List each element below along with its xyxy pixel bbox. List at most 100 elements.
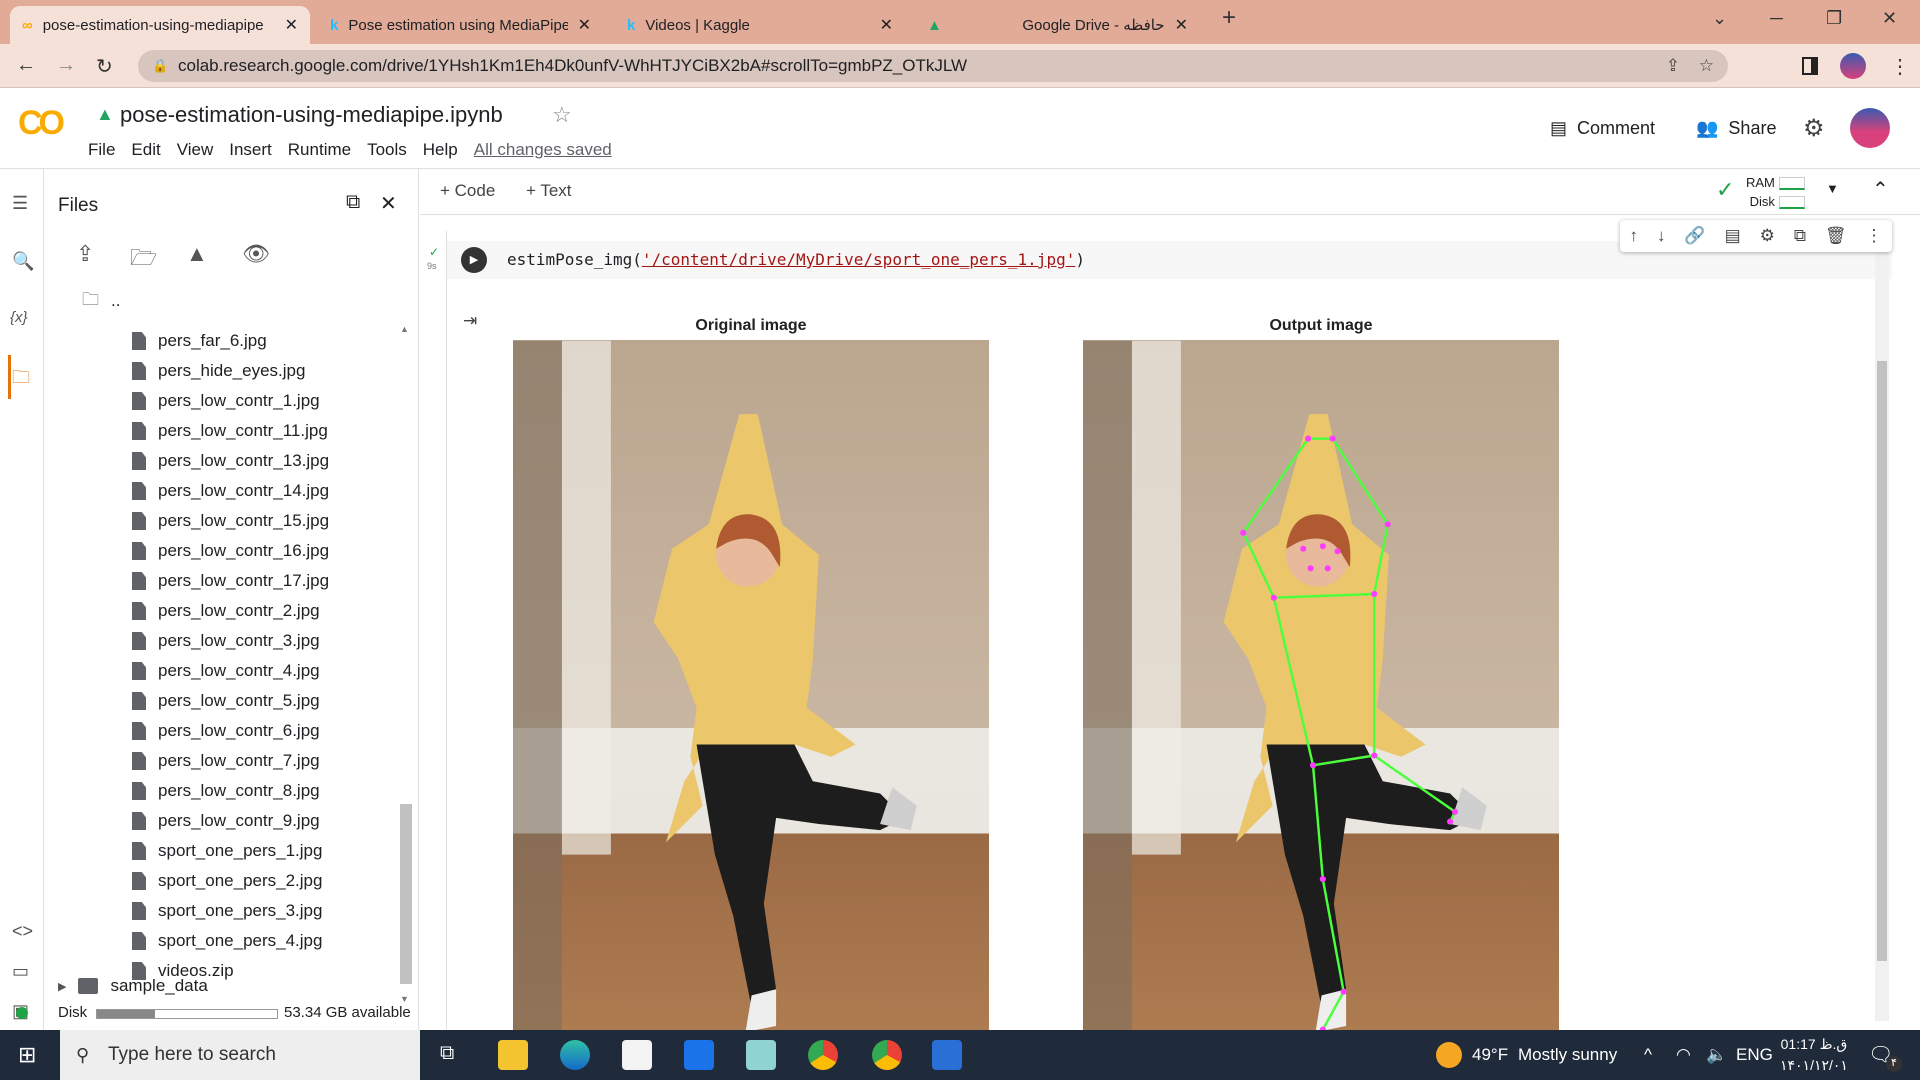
file-item[interactable]: pers_low_contr_9.jpg (132, 807, 320, 835)
run-cell-button[interactable]: ▶ (461, 247, 487, 273)
new-tab-icon[interactable]: + (1222, 4, 1236, 32)
menu-file[interactable]: File (88, 140, 115, 160)
parent-folder-item[interactable]: 🗀.. (82, 287, 120, 315)
mirror-cell-icon[interactable]: ⧉ (1794, 226, 1806, 246)
close-tab-icon[interactable]: ✕ (1175, 15, 1188, 35)
comment-button[interactable]: ▤ Comment (1550, 118, 1655, 139)
more-icon[interactable]: ⋮ (1865, 226, 1882, 246)
command-palette-icon[interactable]: ▭ (12, 961, 29, 982)
url-input[interactable]: 🔒 colab.research.google.com/drive/1YHsh1K… (138, 50, 1728, 82)
photos-icon[interactable] (932, 1040, 962, 1070)
close-tab-icon[interactable]: ✕ (285, 15, 298, 35)
file-item[interactable]: pers_low_contr_15.jpg (132, 507, 329, 535)
expand-arrow-icon[interactable]: ▶ (58, 980, 66, 993)
output-scrollbar[interactable] (1875, 231, 1889, 1021)
file-list-scrollbar[interactable]: ▲ ▼ (400, 324, 412, 1004)
file-item[interactable]: pers_low_contr_4.jpg (132, 657, 320, 685)
taskbar-search-input[interactable]: ⚲ Type here to search (60, 1030, 420, 1080)
close-window-icon[interactable]: ✕ (1882, 8, 1897, 29)
side-panel-icon[interactable] (1802, 57, 1818, 75)
chrome-profile-icon[interactable] (872, 1040, 902, 1070)
file-explorer-icon[interactable] (498, 1040, 528, 1070)
chrome-icon[interactable] (808, 1040, 838, 1070)
tab-kaggle-pose[interactable]: k Pose estimation using MediaPipe ✕ (318, 6, 603, 44)
menu-view[interactable]: View (177, 140, 214, 160)
link-icon[interactable]: 🔗 (1684, 226, 1705, 246)
browser-menu-icon[interactable]: ⋮ (1890, 54, 1910, 79)
close-tab-icon[interactable]: ✕ (880, 15, 893, 35)
file-item[interactable]: pers_low_contr_6.jpg (132, 717, 320, 745)
search-icon[interactable]: 🔍 (12, 251, 34, 272)
colab-logo[interactable]: CO (18, 104, 65, 143)
reload-icon[interactable]: ↻ (96, 54, 113, 79)
cell-settings-icon[interactable]: ⚙ (1760, 226, 1775, 246)
upload-file-icon[interactable]: ⇪ (76, 241, 94, 267)
file-item[interactable]: pers_hide_eyes.jpg (132, 357, 305, 385)
task-view-icon[interactable]: ⧉ (440, 1042, 454, 1065)
settings-gear-icon[interactable]: ⚙ (1803, 114, 1825, 143)
menu-edit[interactable]: Edit (131, 140, 160, 160)
clock[interactable]: 01:17 ق.ظ ۱۴۰۱/۱۲/۰۱ (1780, 1034, 1848, 1076)
variables-icon[interactable]: {x} (10, 309, 28, 326)
file-item[interactable]: sport_one_pers_4.jpg (132, 927, 322, 955)
open-in-tab-icon[interactable]: ⧉ (346, 191, 360, 214)
add-code-button[interactable]: + Code (440, 181, 495, 201)
app-icon[interactable] (746, 1040, 776, 1070)
file-item[interactable]: pers_low_contr_11.jpg (132, 417, 328, 445)
language-indicator[interactable]: ENG (1736, 1045, 1773, 1065)
file-item[interactable]: pers_low_contr_16.jpg (132, 537, 329, 565)
share-button[interactable]: 👥 Share (1696, 118, 1776, 139)
file-item[interactable]: sport_one_pers_2.jpg (132, 867, 322, 895)
profile-avatar[interactable] (1840, 53, 1866, 79)
comment-cell-icon[interactable]: ▤ (1725, 226, 1741, 246)
minimize-icon[interactable]: ─ (1770, 8, 1783, 29)
file-item[interactable]: pers_far_6.jpg (132, 327, 267, 355)
code-snippets-icon[interactable]: <> (12, 921, 33, 942)
move-up-icon[interactable]: ↑ (1629, 226, 1638, 246)
file-item[interactable]: pers_low_contr_8.jpg (132, 777, 320, 805)
file-item[interactable]: pers_low_contr_14.jpg (132, 477, 329, 505)
weather-text[interactable]: Mostly sunny (1518, 1045, 1617, 1065)
move-down-icon[interactable]: ↓ (1657, 226, 1666, 246)
folder-item-sample-data[interactable]: ▶ sample_data (58, 972, 208, 1000)
runtime-dropdown-icon[interactable]: ▼ (1826, 181, 1839, 196)
show-hidden-eye-icon[interactable]: 👁 (242, 241, 270, 267)
file-item[interactable]: pers_low_contr_2.jpg (132, 597, 320, 625)
file-item[interactable]: pers_low_contr_5.jpg (132, 687, 320, 715)
user-avatar[interactable] (1850, 108, 1890, 148)
mail-icon[interactable] (684, 1040, 714, 1070)
wifi-icon[interactable]: ◠ (1676, 1045, 1691, 1065)
share-page-icon[interactable]: ⇪ (1666, 50, 1680, 82)
tab-colab[interactable]: ∞ pose-estimation-using-mediapipe ✕ (10, 6, 310, 44)
close-panel-icon[interactable]: ✕ (380, 191, 397, 216)
tab-google-drive[interactable]: ▲ Google Drive - حافظه ✕ (915, 6, 1200, 44)
menu-runtime[interactable]: Runtime (288, 140, 351, 160)
file-item[interactable]: pers_low_contr_13.jpg (132, 447, 329, 475)
forward-icon[interactable]: → (56, 54, 76, 77)
new-folder-icon[interactable]: 🗁 (130, 241, 157, 279)
resource-monitor[interactable]: RAM Disk (1746, 173, 1805, 211)
store-icon[interactable] (622, 1040, 652, 1070)
star-icon[interactable]: ☆ (552, 102, 572, 128)
file-item[interactable]: pers_low_contr_17.jpg (132, 567, 329, 595)
file-item[interactable]: pers_low_contr_3.jpg (132, 627, 320, 655)
table-of-contents-icon[interactable]: ☰ (12, 193, 28, 214)
delete-icon[interactable]: 🗑 (1825, 226, 1847, 246)
file-item[interactable]: sport_one_pers_1.jpg (132, 837, 322, 865)
file-item[interactable]: pers_low_contr_1.jpg (132, 387, 320, 415)
tab-kaggle-videos[interactable]: k Videos | Kaggle ✕ (615, 6, 905, 44)
menu-tools[interactable]: Tools (367, 140, 407, 160)
volume-icon[interactable]: 🔈 (1706, 1045, 1727, 1065)
collapse-header-icon[interactable]: ⌃ (1872, 177, 1889, 202)
tab-search-chevron-icon[interactable]: ⌄ (1712, 8, 1727, 29)
notebook-title[interactable]: pose-estimation-using-mediapipe.ipynb (120, 102, 503, 128)
save-status-link[interactable]: All changes saved (474, 140, 612, 160)
output-actions-icon[interactable]: ⇥ (463, 311, 477, 331)
file-item[interactable]: sport_one_pers_3.jpg (132, 897, 322, 925)
menu-insert[interactable]: Insert (229, 140, 272, 160)
add-text-button[interactable]: + Text (526, 181, 572, 201)
edge-icon[interactable] (560, 1040, 590, 1070)
weather-temp[interactable]: 49°F (1472, 1045, 1508, 1065)
windows-start-icon[interactable]: ⊞ (18, 1042, 36, 1068)
file-item[interactable]: pers_low_contr_7.jpg (132, 747, 320, 775)
